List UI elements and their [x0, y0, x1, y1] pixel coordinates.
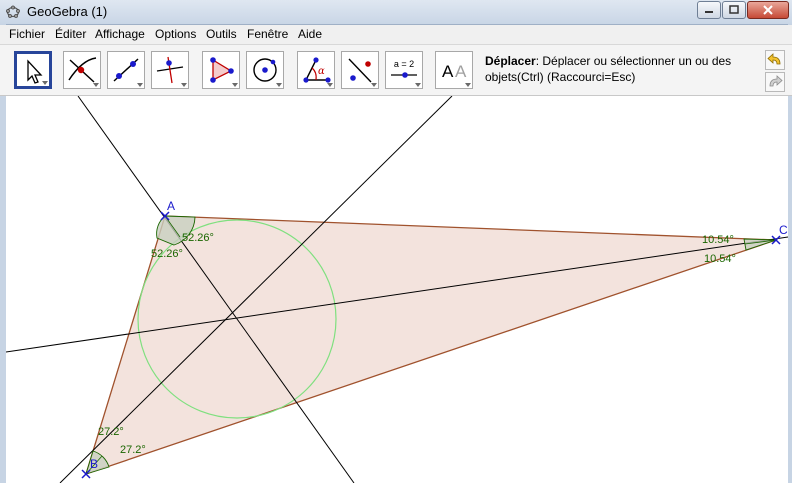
tool-dropdown-arrow — [276, 83, 282, 87]
tool-angle[interactable]: α — [297, 51, 335, 89]
tool-help-title: Déplacer — [485, 54, 536, 68]
tool-help-text: Déplacer: Déplacer ou sélectionner un ou… — [485, 53, 775, 85]
minimize-icon — [705, 11, 713, 13]
point-b-marker[interactable] — [81, 469, 91, 479]
tool-perpendicular[interactable] — [151, 51, 189, 89]
angle-label-a-2: 52.26° — [151, 248, 183, 260]
tool-point[interactable] — [63, 51, 101, 89]
graphics-view[interactable]: 52.26° 52.26° 27.2° 27.2° 10.54° 10.54° … — [6, 96, 788, 483]
menu-aide[interactable]: Aide — [298, 27, 322, 41]
tool-move[interactable] — [14, 51, 52, 89]
tool-text[interactable]: A A — [435, 51, 473, 89]
menu-fichier[interactable]: Fichier — [9, 27, 45, 41]
tool-circle[interactable] — [246, 51, 284, 89]
angle-label-a-1: 52.26° — [182, 232, 214, 244]
tool-dropdown-arrow — [371, 83, 377, 87]
menu-bar: Fichier Éditer Affichage Options Outils … — [0, 25, 792, 45]
close-icon — [763, 5, 773, 15]
geogebra-app-icon — [6, 5, 20, 18]
title-bar: GeoGebra (1) — [0, 0, 792, 25]
point-label-c: C — [779, 223, 788, 237]
tool-dropdown-arrow — [137, 83, 143, 87]
angle-label-b-1: 27.2° — [98, 426, 124, 438]
tool-dropdown-arrow — [465, 83, 471, 87]
angle-label-b-2: 27.2° — [120, 444, 146, 456]
tool-dropdown-arrow — [42, 81, 48, 85]
maximize-icon — [729, 5, 739, 14]
window-title: GeoGebra (1) — [27, 4, 108, 19]
point-label-b: B — [90, 457, 98, 471]
angle-label-c-2: 10.54° — [704, 253, 736, 265]
menu-outils[interactable]: Outils — [206, 27, 237, 41]
angle-label-c-1: 10.54° — [702, 234, 734, 246]
tool-dropdown-arrow — [93, 83, 99, 87]
tool-dropdown-arrow — [232, 83, 238, 87]
tool-slider[interactable]: a = 2 — [385, 51, 423, 89]
tool-dropdown-arrow — [327, 83, 333, 87]
svg-text:α: α — [318, 66, 325, 77]
geometry-drawing: 52.26° 52.26° 27.2° 27.2° 10.54° 10.54° … — [6, 96, 788, 483]
text-tool-glyph-1: A — [442, 62, 454, 81]
slider-tool-label: a = 2 — [394, 59, 414, 69]
menu-affichage[interactable]: Affichage — [95, 27, 145, 41]
text-tool-glyph-2: A — [455, 62, 467, 81]
maximize-button[interactable] — [722, 1, 746, 19]
menu-editer[interactable]: Éditer — [55, 27, 86, 41]
menu-options[interactable]: Options — [155, 27, 196, 41]
tool-polygon[interactable] — [202, 51, 240, 89]
tool-dropdown-arrow — [415, 83, 421, 87]
minimize-button[interactable] — [697, 1, 721, 19]
point-label-a: A — [167, 199, 175, 213]
tool-reflect[interactable] — [341, 51, 379, 89]
menu-fenetre[interactable]: Fenêtre — [247, 27, 288, 41]
close-button[interactable] — [747, 1, 789, 19]
tool-dropdown-arrow — [181, 83, 187, 87]
triangle-abc[interactable] — [85, 215, 777, 476]
tool-line[interactable] — [107, 51, 145, 89]
